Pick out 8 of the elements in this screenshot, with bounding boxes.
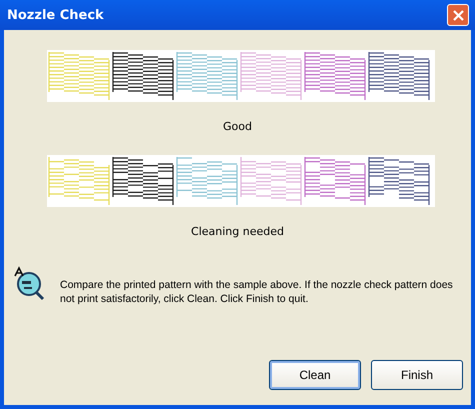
window-title: Nozzle Check: [7, 8, 104, 22]
close-icon: [452, 8, 464, 22]
close-button[interactable]: [447, 4, 469, 26]
sample-label: Cleaning needed: [191, 225, 284, 238]
dialog-button[interactable]: Clean: [269, 360, 361, 390]
instruction-text: Compare the printed pattern with the sample above. If the nozzle check pattern does not print satisfactorily, click Clean. Click Finish to quit.: [60, 278, 454, 306]
sample-label: Good: [223, 120, 252, 133]
dialog-button[interactable]: Finish: [371, 360, 463, 390]
